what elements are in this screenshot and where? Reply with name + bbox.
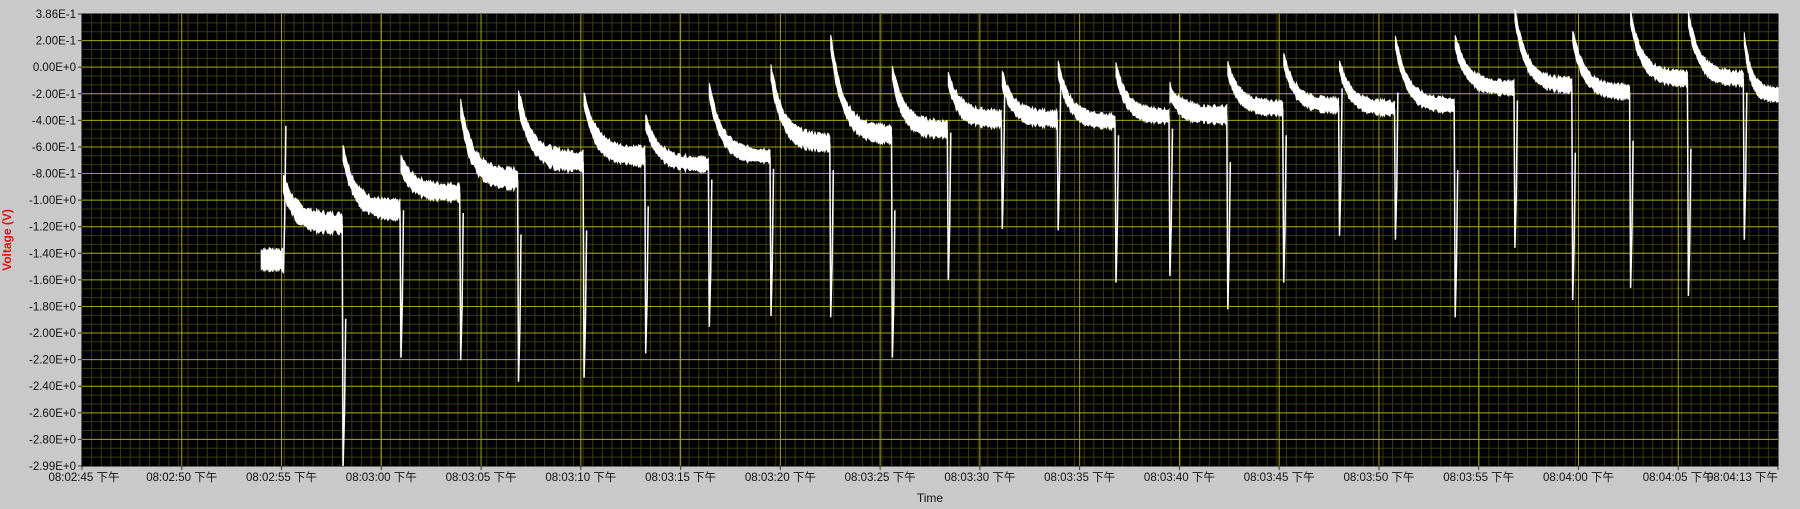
y-tick-label: -2.40E+0 (29, 381, 76, 393)
x-tick-label: 08:02:45 下午 (49, 471, 120, 484)
y-tick-label: -2.00E-1 (32, 89, 76, 101)
y-tick-label: -8.00E-1 (32, 169, 76, 181)
x-tick-label: 08:02:55 下午 (246, 471, 317, 484)
x-tick-label: 08:03:20 下午 (745, 471, 816, 484)
y-tick-label: -2.80E+0 (29, 434, 76, 446)
x-axis-label: Time (917, 491, 944, 504)
x-tick-label: 08:03:50 下午 (1343, 471, 1414, 484)
x-tick-label: 08:02:50 下午 (146, 471, 217, 484)
y-tick-label: -2.60E+0 (29, 408, 76, 420)
x-tick-label: 08:04:00 下午 (1543, 471, 1614, 484)
y-tick-label: -2.00E+0 (29, 328, 76, 340)
x-tick-label: 08:03:05 下午 (446, 471, 517, 484)
x-tick-label: 08:03:10 下午 (545, 471, 616, 484)
x-tick-label: 08:03:15 下午 (645, 471, 716, 484)
y-tick-label: 3.86E-1 (36, 9, 76, 21)
y-axis-ticks: 3.86E-1 2.00E-1 0.00E+0 -2.00E-1 -4.00E-1 -6.… (29, 9, 82, 473)
x-tick-label: 08:03:40 下午 (1144, 471, 1215, 484)
x-tick-label: 08:03:25 下午 (845, 471, 916, 484)
y-tick-label: -6.00E-1 (32, 142, 76, 154)
y-tick-label: -1.00E+0 (29, 195, 76, 207)
x-tick-label: 08:04:13 下午 (1707, 471, 1778, 484)
y-tick-label: 0.00E+0 (33, 62, 76, 74)
y-tick-label: -1.60E+0 (29, 275, 76, 287)
voltage-chart: 3.86E-1 2.00E-1 0.00E+0 -2.00E-1 -4.00E-1 -6.… (0, 0, 1800, 505)
y-tick-label: -2.20E+0 (29, 355, 76, 367)
y-tick-label: -1.20E+0 (29, 222, 76, 234)
x-tick-label: 08:03:00 下午 (346, 471, 417, 484)
x-tick-label: 08:03:45 下午 (1244, 471, 1315, 484)
x-axis-ticks: 08:02:45 下午 08:02:50 下午 08:02:55 下午 08:03:0… (49, 466, 1779, 484)
chart-svg: 3.86E-1 2.00E-1 0.00E+0 -2.00E-1 -4.00E-1 -6.… (0, 9, 1779, 505)
y-tick-label: -1.80E+0 (29, 301, 76, 313)
y-tick-label: -1.40E+0 (29, 248, 76, 260)
y-axis-label: Voltage (V) (0, 209, 14, 271)
y-tick-label: 2.00E-1 (36, 36, 76, 48)
y-tick-label: -4.00E-1 (32, 115, 76, 127)
x-tick-label: 08:03:35 下午 (1044, 471, 1115, 484)
x-tick-label: 08:04:05 下午 (1643, 471, 1714, 484)
trace-segment (260, 247, 283, 273)
x-tick-label: 08:03:30 下午 (944, 471, 1015, 484)
x-tick-label: 08:03:55 下午 (1443, 471, 1514, 484)
